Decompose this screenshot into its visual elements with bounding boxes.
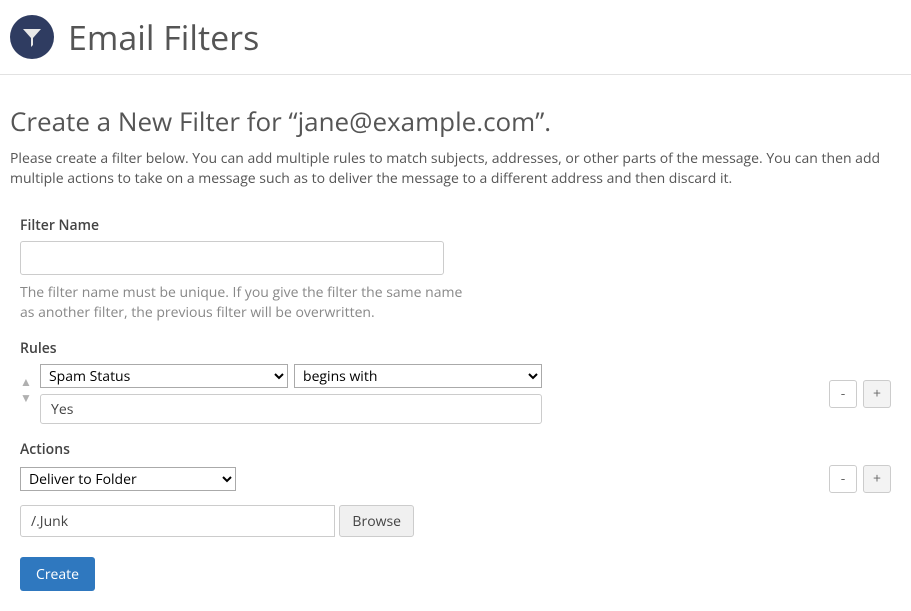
description-text: Please create a filter below. You can ad… <box>10 149 901 190</box>
rule-field-select[interactable]: Spam Status <box>40 364 288 388</box>
filter-name-input[interactable] <box>20 241 444 275</box>
rules-label: Rules <box>20 339 891 358</box>
action-add-remove-buttons: - + <box>829 465 891 493</box>
rule-condition-select[interactable]: begins with <box>294 364 542 388</box>
page-title: Email Filters <box>68 14 259 60</box>
action-type-select[interactable]: Deliver to Folder <box>20 467 236 491</box>
page-header: Email Filters <box>0 0 911 74</box>
rule-add-remove-buttons: - + <box>829 380 891 408</box>
content-area: Create a New Filter for “jane@example.co… <box>0 75 911 611</box>
funnel-icon <box>10 15 54 59</box>
filter-name-help: The filter name must be unique. If you g… <box>20 283 466 324</box>
triangle-down-icon[interactable]: ▼ <box>20 392 34 404</box>
actions-label: Actions <box>20 440 891 459</box>
filter-name-label: Filter Name <box>20 216 891 235</box>
create-button[interactable]: Create <box>20 557 95 591</box>
rule-inputs: Spam Status begins with <box>40 364 829 424</box>
folder-row: Browse <box>20 505 414 537</box>
remove-rule-button[interactable]: - <box>829 380 857 408</box>
action-row: Deliver to Folder - + <box>20 465 891 493</box>
remove-action-button[interactable]: - <box>829 465 857 493</box>
triangle-up-icon[interactable]: ▲ <box>20 376 34 388</box>
rule-value-input[interactable] <box>40 394 542 424</box>
filter-name-group: Filter Name The filter name must be uniq… <box>20 216 891 324</box>
add-rule-button[interactable]: + <box>863 380 891 408</box>
subtitle: Create a New Filter for “jane@example.co… <box>10 103 901 139</box>
rule-reorder-controls: ▲ ▼ <box>20 364 34 406</box>
add-action-button[interactable]: + <box>863 465 891 493</box>
folder-path-input[interactable] <box>20 505 335 537</box>
rule-row: ▲ ▼ Spam Status begins with - + <box>20 364 891 424</box>
browse-button[interactable]: Browse <box>339 505 414 537</box>
